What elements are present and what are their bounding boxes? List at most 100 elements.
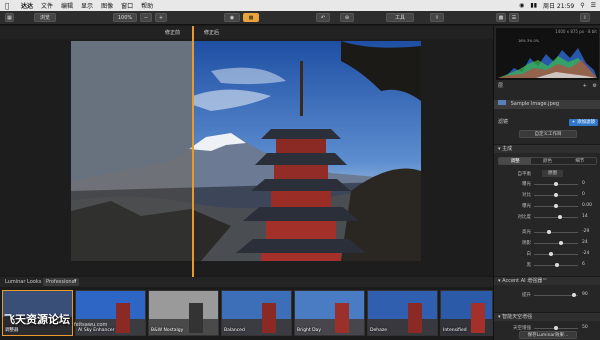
slider-label: 曝光 — [522, 182, 531, 187]
vibrance-label: 自平衡 — [517, 172, 532, 177]
compare-button[interactable]: ▩ — [243, 13, 259, 22]
looks-filmstrip: 调整器 AI Sky Enhancer B&W Nostalgy Balance… — [0, 287, 493, 340]
before-overlay — [71, 41, 192, 261]
menu-bar:  达达 文件 编辑 显示 图像 窗口 帮助 ◉ ▮▮ 周日 21:59 ⚲ ☰ — [0, 0, 600, 11]
layer-item[interactable]: Sample Image.jpeg — [494, 100, 600, 109]
slider-label: 白 — [526, 252, 532, 257]
slider-value: 0 — [582, 181, 585, 186]
section-sky-header[interactable]: ▾ 智能天空增强 — [494, 312, 600, 321]
slider-label: 提升 — [522, 293, 531, 298]
watermark-url: feitsawu.com — [74, 322, 108, 328]
wifi-icon[interactable]: ◉ — [519, 2, 524, 9]
slider-label: 黑 — [526, 263, 532, 268]
menu-help[interactable]: 帮助 — [141, 1, 153, 10]
menu-view[interactable]: 显示 — [81, 1, 93, 10]
layers-header[interactable]: 层 + ⚙ — [494, 82, 600, 91]
history-button[interactable]: ⊛ — [340, 13, 354, 22]
zoom-select[interactable]: 100% — [113, 13, 137, 22]
slider-value: 14 — [582, 214, 588, 219]
slider-label: 对比 — [522, 193, 531, 198]
section-ai-label: Accent AI 增强器™ — [502, 278, 548, 284]
filters-header: 滤镜 + 添加滤镜 — [494, 118, 600, 127]
slider-knob[interactable] — [547, 230, 552, 234]
before-photo — [71, 41, 192, 261]
slider-knob[interactable] — [554, 193, 558, 197]
histogram-graph — [498, 48, 597, 78]
slider-knob[interactable] — [554, 204, 558, 208]
add-filter-button[interactable]: + 添加滤镜 — [568, 119, 598, 126]
look-thumb-label: B&W Nostalgy — [151, 328, 184, 333]
after-label: 修正后 — [204, 30, 220, 36]
look-thumb[interactable]: Dehaze — [367, 290, 438, 336]
clock[interactable]: 周日 21:59 — [543, 1, 574, 10]
tools-button[interactable]: 工具 — [386, 13, 414, 22]
look-thumb[interactable]: AI Sky Enhancer — [75, 290, 146, 336]
section-sky-label: 智能天空增强 — [502, 314, 533, 320]
tab-adjust[interactable]: 调整 — [499, 158, 532, 164]
section-essentials-header[interactable]: ▾ 主成 — [494, 144, 600, 153]
look-thumb[interactable]: Balanced — [221, 290, 292, 336]
preview-eye-button[interactable]: ◉ — [224, 13, 240, 22]
vibrance-row: 自平衡 原图 — [494, 170, 600, 178]
slider-value: 24 — [582, 240, 588, 245]
look-thumb-label: AI Sky Enhancer — [78, 328, 115, 333]
menu-window[interactable]: 窗口 — [121, 1, 133, 10]
section-ai-header[interactable]: ▾ Accent AI 增强器™ — [494, 276, 600, 285]
undo-button[interactable]: ↶ — [316, 13, 330, 22]
slider-track[interactable] — [534, 254, 578, 255]
layers-settings-icon[interactable]: ⚙ — [593, 82, 597, 91]
menu-app-name[interactable]: 达达 — [21, 1, 33, 10]
slider-label: 曝光 — [522, 204, 531, 209]
vibrance-select[interactable]: 原图 — [542, 170, 563, 177]
slider-knob[interactable] — [554, 182, 558, 186]
slider-value: -24 — [582, 251, 590, 256]
slider-label: 高光 — [522, 230, 531, 235]
essentials-tabs: 调整 颜色 细节 — [498, 157, 597, 165]
battery-icon[interactable]: ▮▮ — [530, 2, 537, 9]
slider-track[interactable] — [534, 217, 578, 218]
looks-category-chevron-icon: ▾ — [74, 278, 77, 284]
tab-details[interactable]: 细节 — [564, 158, 596, 164]
filters-label: 滤镜 — [498, 119, 509, 125]
look-thumb[interactable]: Intensified — [440, 290, 493, 336]
look-thumb[interactable]: B&W Nostalgy — [148, 290, 219, 336]
zoom-in-button[interactable]: + — [155, 13, 167, 22]
layers-toggle-button[interactable]: ☰ — [509, 13, 519, 22]
slider-label: 天空增强 — [513, 326, 531, 331]
tab-color[interactable]: 颜色 — [531, 158, 563, 164]
slider-track[interactable] — [534, 243, 578, 244]
slider-knob[interactable] — [571, 293, 576, 297]
slider-knob[interactable] — [558, 215, 563, 219]
search-icon[interactable]: ⚲ — [580, 2, 584, 9]
sidebar-toggle-button[interactable]: ▦ — [5, 13, 14, 22]
histogram-toggle-button[interactable]: ▩ — [496, 13, 506, 22]
menu-edit[interactable]: 编辑 — [61, 1, 73, 10]
slider-value: -29 — [582, 229, 590, 234]
export-button[interactable]: ⇪ — [430, 13, 444, 22]
slider-row: 提升 90 — [494, 291, 600, 299]
menu-list-icon[interactable]: ☰ — [591, 2, 596, 9]
add-layer-icon[interactable]: + — [583, 82, 587, 91]
apple-icon[interactable]:  — [5, 2, 13, 10]
slider-track[interactable] — [534, 232, 578, 233]
slider-knob[interactable] — [555, 263, 560, 267]
slider-row: 白 -24 — [494, 250, 600, 258]
slider-label: 阴影 — [522, 241, 531, 246]
info-button[interactable]: i — [580, 13, 590, 22]
slider-knob[interactable] — [554, 326, 558, 330]
browse-button[interactable]: 浏览 — [34, 13, 56, 22]
menu-image[interactable]: 图像 — [101, 1, 113, 10]
photo[interactable] — [71, 41, 421, 261]
menu-file[interactable]: 文件 — [41, 1, 53, 10]
look-thumb[interactable]: Bright Day — [294, 290, 365, 336]
slider-knob[interactable] — [559, 241, 564, 245]
compare-bar: 修正前 修正后 — [0, 26, 493, 39]
compare-divider-handle[interactable] — [192, 26, 194, 277]
zoom-out-button[interactable]: − — [140, 13, 152, 22]
image-canvas[interactable] — [0, 39, 493, 275]
section-essentials-label: 主成 — [502, 146, 513, 152]
look-thumb-label: 调整器 — [5, 328, 19, 333]
workspace-select[interactable]: 自定义工作目 — [519, 130, 577, 138]
save-luminar-look-button[interactable]: 保存Luminar效果... — [519, 331, 577, 339]
slider-knob[interactable] — [548, 252, 553, 256]
